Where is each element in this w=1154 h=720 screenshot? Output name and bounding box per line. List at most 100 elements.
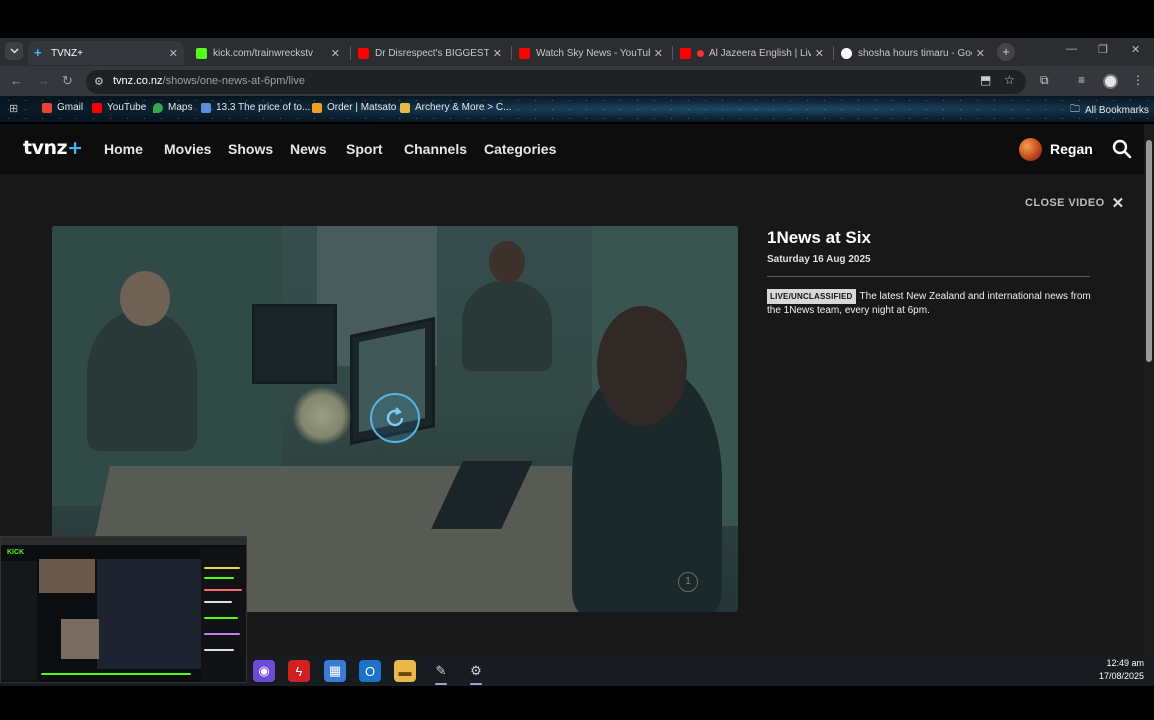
tvnz-logo[interactable]: tvnz+ xyxy=(23,137,83,159)
google-favicon-icon xyxy=(841,47,852,59)
url-text[interactable]: tvnz.co.nz/shows/one-news-at-6pm/live xyxy=(113,75,305,87)
outlook-icon[interactable]: O xyxy=(359,660,381,682)
tab-tvnz[interactable]: + TVNZ+ ✕ xyxy=(28,41,184,65)
recording-dot-icon xyxy=(697,49,704,57)
tab-google-search[interactable]: shosha hours timaru - Goog ✕ xyxy=(835,41,991,65)
nav-home[interactable]: Home xyxy=(104,141,143,157)
tab-label: Watch Sky News - YouTube xyxy=(536,47,650,59)
bookmark-price[interactable]: 13.3 The price of to... xyxy=(201,102,310,113)
reload-icon[interactable]: ↻ xyxy=(62,73,73,89)
tab-label: Al Jazeera English | Live xyxy=(709,47,811,59)
media-controls-icon[interactable]: ≡ xyxy=(1078,73,1085,87)
search-icon[interactable] xyxy=(1112,139,1132,159)
mini-webcam-face xyxy=(61,619,99,659)
bookmark-youtube[interactable]: YouTube xyxy=(92,102,146,113)
close-icon: ✕ xyxy=(1111,195,1125,212)
bookmark-archery[interactable]: Archery & More > C... xyxy=(400,102,511,113)
mini-tab-bar xyxy=(1,537,246,545)
scrollbar-thumb[interactable] xyxy=(1146,140,1152,362)
close-tab-icon[interactable]: ✕ xyxy=(654,47,663,60)
loading-spinner-icon xyxy=(370,393,420,443)
purple-app-icon[interactable]: ◉ xyxy=(253,660,275,682)
logo-plus: + xyxy=(67,137,83,159)
close-tab-icon[interactable]: ✕ xyxy=(815,47,824,60)
tab-search-button[interactable] xyxy=(5,42,23,60)
tab-dr-disrespect[interactable]: Dr Disrespect's BIGGEST A ✕ xyxy=(352,41,508,65)
close-tab-icon[interactable]: ✕ xyxy=(976,47,985,60)
mini-stream-content xyxy=(97,559,201,669)
user-avatar[interactable] xyxy=(1019,138,1042,161)
tab-label: TVNZ+ xyxy=(51,47,83,59)
system-clock[interactable]: 12:49 am 17/08/2025 xyxy=(1096,657,1144,683)
tab-label: shosha hours timaru - Goog xyxy=(858,47,972,59)
nav-channels[interactable]: Channels xyxy=(404,141,467,157)
tab-sky-news[interactable]: Watch Sky News - YouTube ✕ xyxy=(513,41,669,65)
show-description-block: LIVE/UNCLASSIFIED The latest New Zealand … xyxy=(767,289,1092,317)
stream-preview-window[interactable]: KICK xyxy=(0,536,247,683)
install-app-icon[interactable]: ⬒ xyxy=(980,73,991,87)
profile-avatar[interactable] xyxy=(1103,74,1118,89)
clock-time: 12:49 am xyxy=(1106,658,1144,668)
close-window-icon[interactable]: ✕ xyxy=(1131,43,1140,56)
bookmark-matsato[interactable]: Order | Matsato xyxy=(312,102,396,113)
chevron-down-icon xyxy=(9,48,19,54)
forward-icon[interactable]: → xyxy=(37,73,50,88)
mini-chat-line xyxy=(204,577,234,579)
tool-app-icon[interactable]: ✎ xyxy=(430,660,452,682)
tvnz-favicon-icon: + xyxy=(34,44,42,60)
store-icon[interactable]: ▦ xyxy=(324,660,346,682)
nav-sport[interactable]: Sport xyxy=(346,141,383,157)
new-tab-button[interactable]: + xyxy=(997,43,1015,61)
back-icon[interactable]: ← xyxy=(10,73,23,88)
steam-icon[interactable]: ⚙ xyxy=(465,660,487,682)
nav-movies[interactable]: Movies xyxy=(164,141,211,157)
youtube-favicon-icon xyxy=(680,47,691,59)
nav-categories[interactable]: Categories xyxy=(484,141,556,157)
minimize-icon[interactable]: — xyxy=(1066,43,1077,55)
bookmark-label: Gmail xyxy=(57,102,84,113)
youtube-icon xyxy=(92,102,102,113)
bookmark-label: Maps xyxy=(168,102,193,113)
close-video-label: CLOSE VIDEO xyxy=(1025,197,1105,209)
mini-progress xyxy=(41,673,191,675)
bookmark-label: Archery & More > C... xyxy=(415,102,512,113)
nav-news[interactable]: News xyxy=(290,141,327,157)
nav-shows[interactable]: Shows xyxy=(228,141,273,157)
menu-kebab-icon[interactable]: ⋮ xyxy=(1132,73,1144,87)
mini-chat-line xyxy=(204,567,240,569)
mini-sidebar xyxy=(1,561,37,681)
site-header: tvnz+ Home Movies Shows News Sport Chann… xyxy=(0,124,1144,174)
bookmark-maps[interactable]: Maps xyxy=(153,102,192,113)
screen-top-bezel xyxy=(0,0,1154,38)
close-tab-icon[interactable]: ✕ xyxy=(331,47,340,60)
lightning-app-icon[interactable]: ϟ xyxy=(288,660,310,682)
bookmark-star-icon[interactable]: ☆ xyxy=(1004,73,1015,87)
archery-site-icon xyxy=(400,102,410,113)
rating-badge: LIVE/UNCLASSIFIED xyxy=(767,289,856,304)
divider xyxy=(767,276,1090,277)
extensions-icon[interactable]: ⧉ xyxy=(1040,73,1049,88)
bookmark-gmail[interactable]: Gmail xyxy=(42,102,83,113)
matsato-icon xyxy=(312,102,322,113)
tab-separator xyxy=(833,46,834,60)
channel-watermark: 1 xyxy=(678,572,698,592)
clock-date: 17/08/2025 xyxy=(1098,671,1144,681)
tab-kick[interactable]: kick.com/trainwreckstv ✕ xyxy=(190,41,346,65)
user-name[interactable]: Regan xyxy=(1050,141,1093,157)
mini-webcam xyxy=(39,559,95,593)
maps-pin-icon xyxy=(153,102,163,113)
close-tab-icon[interactable]: ✕ xyxy=(493,47,502,60)
close-video-button[interactable]: CLOSE VIDEO ✕ xyxy=(1025,194,1125,212)
folder-icon[interactable]: ▬ xyxy=(394,660,416,682)
tab-al-jazeera[interactable]: Al Jazeera English | Live ✕ xyxy=(674,41,830,65)
restore-icon[interactable]: ❐ xyxy=(1098,43,1108,56)
active-app-indicator xyxy=(435,683,447,685)
all-bookmarks-label: All Bookmarks xyxy=(1085,105,1149,116)
mini-chat-line xyxy=(204,649,234,651)
close-tab-icon[interactable]: ✕ xyxy=(169,47,178,60)
apps-grid-icon[interactable]: ⊞ xyxy=(9,102,18,115)
url-host: tvnz.co.nz xyxy=(113,75,163,87)
all-bookmarks[interactable]: 🗀 All Bookmarks xyxy=(1070,102,1149,119)
site-settings-icon[interactable]: ⚙ xyxy=(94,75,104,88)
kick-favicon-icon xyxy=(196,47,207,59)
